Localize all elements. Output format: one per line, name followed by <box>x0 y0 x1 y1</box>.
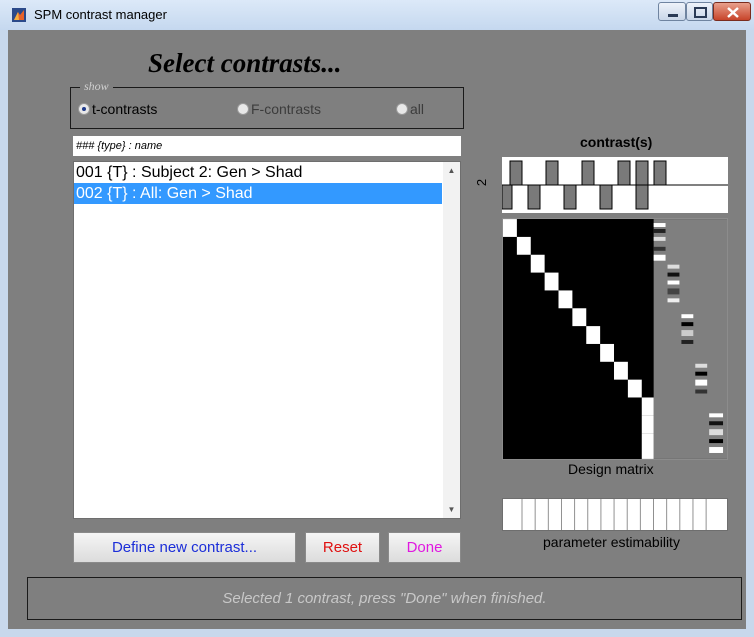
design-matrix <box>502 218 728 460</box>
minimize-button[interactable] <box>658 2 686 21</box>
minimize-icon <box>668 14 678 17</box>
contrast-plot <box>502 157 728 213</box>
contrast-number: 2 <box>474 178 490 187</box>
client-area: Select contrasts... show t-contrasts F-c… <box>8 30 746 629</box>
page-title: Select contrasts... <box>148 48 342 78</box>
maximize-button[interactable] <box>686 2 713 21</box>
define-contrast-button[interactable]: Define new contrast... <box>73 532 296 563</box>
radio-unselected-icon <box>396 103 408 115</box>
vertical-scrollbar[interactable]: ▲ ▼ <box>443 162 460 518</box>
reset-button[interactable]: Reset <box>305 532 380 563</box>
close-button[interactable] <box>713 2 751 21</box>
close-icon <box>727 7 739 18</box>
design-matrix-label: Design matrix <box>568 461 654 477</box>
done-label: Done <box>406 539 443 556</box>
done-button[interactable]: Done <box>388 532 461 563</box>
radio-selected-icon <box>78 103 90 115</box>
reset-label: Reset <box>322 539 363 556</box>
parameter-estimability <box>502 498 728 531</box>
contrast-bars-up <box>509 160 667 186</box>
define-contrast-label: Define new contrast... <box>111 539 258 556</box>
contrast-plot-title: contrast(s) <box>580 134 653 150</box>
contrast-listbox[interactable]: 001 {T} : Subject 2: Gen > Shad 002 {T} … <box>73 161 461 519</box>
scroll-down-icon[interactable]: ▼ <box>443 501 460 518</box>
show-filter-legend: show <box>80 79 113 94</box>
list-header: ### {type} : name <box>73 136 461 156</box>
window-title: SPM contrast manager <box>34 7 167 22</box>
list-item-selected[interactable]: 002 {T} : All: Gen > Shad <box>74 183 442 204</box>
contrast-bars-down <box>502 184 649 210</box>
maximize-icon <box>694 7 707 18</box>
estimability-label: parameter estimability <box>543 534 680 550</box>
matlab-icon <box>12 8 26 22</box>
title-bar: SPM contrast manager <box>0 0 754 30</box>
status-message: Selected 1 contrast, press "Done" when f… <box>27 577 742 620</box>
radio-unselected-icon <box>237 103 249 115</box>
radio-label: F-contrasts <box>251 101 322 117</box>
scroll-up-icon[interactable]: ▲ <box>443 162 460 179</box>
radio-label: t-contrasts <box>92 101 158 117</box>
radio-label: all <box>410 101 425 117</box>
list-item[interactable]: 001 {T} : Subject 2: Gen > Shad <box>74 162 442 183</box>
